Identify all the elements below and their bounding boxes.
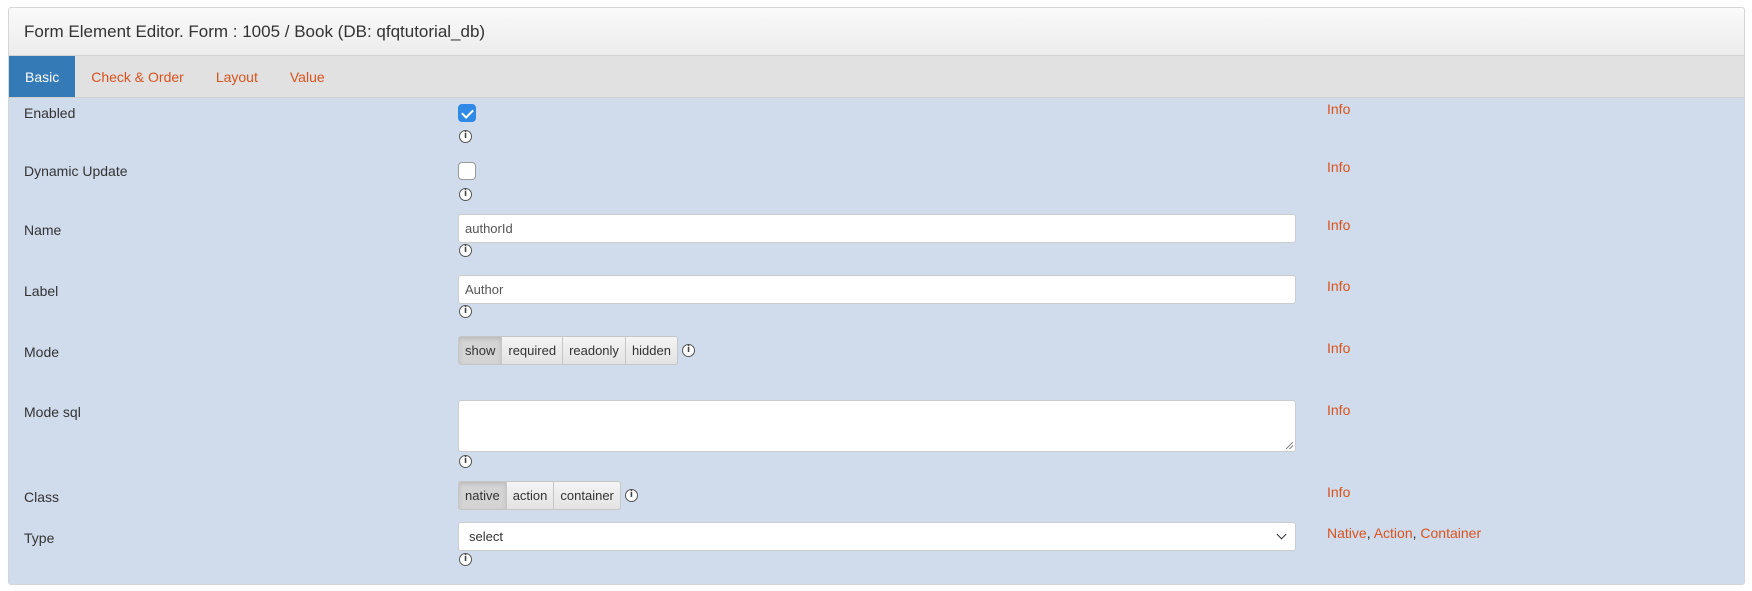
type-link-action[interactable]: Action <box>1374 525 1413 541</box>
name-label: Name <box>24 222 62 238</box>
info-icon[interactable]: i <box>681 344 695 357</box>
name-info-link[interactable]: Info <box>1327 217 1350 233</box>
info-icon[interactable]: i <box>624 489 638 502</box>
dynamic-update-label: Dynamic Update <box>24 163 128 179</box>
mode-sql-textarea[interactable] <box>458 400 1296 452</box>
enabled-info-link[interactable]: Info <box>1327 101 1350 117</box>
class-label: Class <box>24 489 60 505</box>
type-link-native[interactable]: Native <box>1327 525 1367 541</box>
tab-layout[interactable]: Layout <box>200 56 274 97</box>
label-input[interactable]: Author <box>458 275 1296 304</box>
info-icon[interactable]: i <box>459 305 472 318</box>
info-icon[interactable]: i <box>459 130 472 143</box>
mode-info-link[interactable]: Info <box>1327 340 1350 356</box>
class-option-native[interactable]: native <box>458 481 507 510</box>
mode-sql-info-link[interactable]: Info <box>1327 402 1350 418</box>
enabled-checkbox[interactable] <box>458 104 476 122</box>
type-label: Type <box>24 530 55 546</box>
label-label: Label <box>24 283 59 299</box>
type-select-value: select <box>469 529 503 544</box>
form-element-editor-panel: Form Element Editor. Form : 1005 / Book … <box>8 7 1745 585</box>
mode-sql-label: Mode sql <box>24 404 81 420</box>
dynamic-update-checkbox[interactable] <box>458 162 476 180</box>
name-input[interactable]: authorId <box>458 214 1296 243</box>
page-title: Form Element Editor. Form : 1005 / Book … <box>24 21 486 41</box>
label-info-link[interactable]: Info <box>1327 278 1350 294</box>
chevron-down-icon <box>1276 529 1287 540</box>
info-icon[interactable]: i <box>459 188 472 201</box>
type-select[interactable]: select <box>458 522 1296 551</box>
dynamic-update-info-link[interactable]: Info <box>1327 159 1350 175</box>
info-icon[interactable]: i <box>459 455 472 468</box>
class-option-container[interactable]: container <box>553 481 621 510</box>
mode-option-show[interactable]: show <box>458 336 503 365</box>
class-info-link[interactable]: Info <box>1327 484 1350 500</box>
mode-option-readonly[interactable]: readonly <box>562 336 626 365</box>
info-icon[interactable]: i <box>459 553 472 566</box>
panel-header: Form Element Editor. Form : 1005 / Book … <box>9 8 1744 56</box>
class-button-group: native action container i <box>458 481 638 510</box>
mode-option-required[interactable]: required <box>501 336 564 365</box>
type-link-container[interactable]: Container <box>1420 525 1481 541</box>
tab-bar: Basic Check & Order Layout Value <box>9 56 1744 98</box>
type-doc-links: Native, Action, Container <box>1327 525 1482 541</box>
enabled-label: Enabled <box>24 105 76 121</box>
info-icon[interactable]: i <box>459 244 472 257</box>
tab-check-order[interactable]: Check & Order <box>75 56 200 97</box>
mode-label: Mode <box>24 344 60 360</box>
mode-option-hidden[interactable]: hidden <box>624 336 678 365</box>
class-option-action[interactable]: action <box>505 481 555 510</box>
tab-value[interactable]: Value <box>274 56 341 97</box>
tab-basic[interactable]: Basic <box>9 56 76 97</box>
mode-button-group: show required readonly hidden i <box>458 336 695 365</box>
